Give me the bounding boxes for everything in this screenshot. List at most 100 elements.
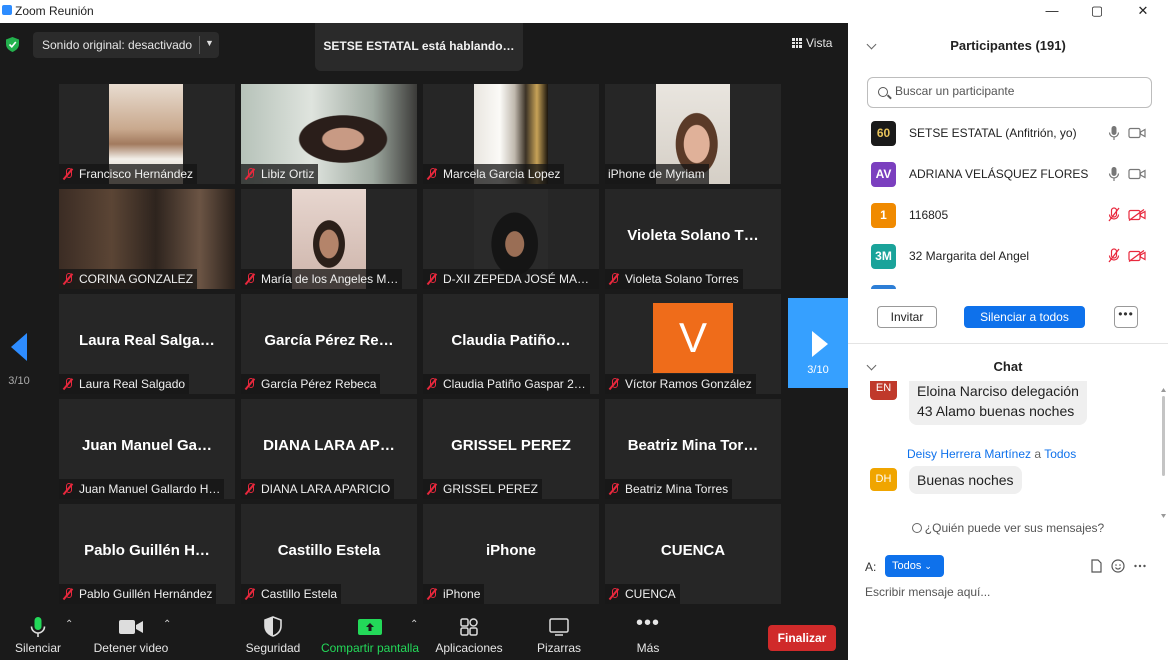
video-tile[interactable]: GRISSEL PEREZ GRISSEL PEREZ	[423, 399, 599, 499]
meeting-stage: Sonido original: desactivado ▼ SETSE EST…	[0, 23, 848, 660]
chat-messages: EN Eloina Narciso delegación 43 Alamo bu…	[848, 381, 1168, 521]
video-tile[interactable]: Laura Real Salga… Laura Real Salgado	[59, 294, 235, 394]
avatar: AV	[871, 162, 896, 187]
video-tile[interactable]: Libiz Ortiz	[241, 84, 417, 184]
video-camera-icon[interactable]	[1128, 127, 1146, 139]
chat-recipient[interactable]: Todos	[1044, 447, 1076, 461]
recipient-selector[interactable]: Todos ⌄	[885, 555, 944, 577]
chat-message-input[interactable]	[865, 585, 1155, 599]
share-screen-button[interactable]: Compartir pantalla	[320, 615, 420, 655]
participant-avatar: V	[653, 303, 733, 373]
chat-sender[interactable]: Deisy Herrera Martínez	[907, 447, 1031, 461]
participant-search[interactable]	[867, 77, 1152, 108]
video-tile[interactable]: Castillo Estela Castillo Estela	[241, 504, 417, 604]
security-button[interactable]: Seguridad	[244, 615, 302, 655]
close-button[interactable]: ✕	[1128, 2, 1158, 20]
video-tile[interactable]: D-XII ZEPEDA JOSÉ MAR…	[423, 189, 599, 289]
participant-list: 60 SETSE ESTATAL (Anfitrión, yo) AV ADRI…	[848, 113, 1168, 289]
tile-name-label: CUENCA	[605, 584, 680, 604]
tile-display-name: Beatriz Mina Tor…	[627, 437, 759, 454]
tile-display-name: García Pérez Re…	[264, 332, 394, 349]
more-options-button[interactable]: •••	[1114, 306, 1138, 328]
video-off-icon[interactable]	[1128, 209, 1146, 221]
avatar	[871, 285, 896, 289]
muted-mic-icon	[244, 588, 256, 600]
mute-label: Silenciar	[14, 641, 62, 655]
video-tile[interactable]: V Víctor Ramos González	[605, 294, 781, 394]
video-off-icon[interactable]	[1128, 250, 1146, 262]
video-tile[interactable]: Claudia Patiño… Claudia Patiño Gaspar 2…	[423, 294, 599, 394]
maximize-button[interactable]: ▢	[1082, 2, 1112, 20]
video-tile[interactable]: Beatriz Mina Tor… Beatriz Mina Torres	[605, 399, 781, 499]
who-can-see-messages[interactable]: ¿Quién puede ver sus mensajes?	[848, 521, 1168, 535]
muted-mic-icon	[244, 483, 256, 495]
avatar: 1	[871, 203, 896, 228]
tile-name-label: Castillo Estela	[241, 584, 342, 604]
stop-video-label: Detener video	[93, 641, 169, 655]
video-tile[interactable]: CORINA GONZALEZ	[59, 189, 235, 289]
chevron-up-icon[interactable]: ⌃	[410, 619, 418, 630]
chat-message-text: Buenas noches	[917, 472, 1014, 488]
tile-name-label: Laura Real Salgado	[59, 374, 190, 394]
whiteboards-button[interactable]: Pizarras	[533, 615, 585, 655]
mute-all-button[interactable]: Silenciar a todos	[964, 306, 1085, 328]
zoom-app-icon	[2, 5, 12, 15]
tile-name-label: D-XII ZEPEDA JOSÉ MAR…	[423, 269, 599, 289]
minimize-button[interactable]: —	[1037, 2, 1067, 20]
stop-video-button[interactable]: Detener video	[92, 615, 170, 655]
participant-row[interactable]: 3M 32 Margarita del Angel	[848, 236, 1168, 277]
original-sound-toggle[interactable]: Sonido original: desactivado ▼	[33, 32, 219, 58]
video-tile[interactable]: Pablo Guillén H… Pablo Guillén Hernández	[59, 504, 235, 604]
tile-name-label: Claudia Patiño Gaspar 2…	[423, 374, 590, 394]
tile-name-label: Víctor Ramos González	[605, 374, 756, 394]
arrow-right-icon	[812, 331, 828, 357]
muted-mic-icon	[244, 168, 256, 180]
more-button[interactable]: ••• Más	[630, 613, 666, 655]
invite-button[interactable]: Invitar	[877, 306, 937, 328]
muted-mic-icon	[62, 378, 74, 390]
video-tile[interactable]: Violeta Solano T… Violeta Solano Torres	[605, 189, 781, 289]
muted-microphone-icon[interactable]	[1108, 248, 1120, 264]
view-button[interactable]: Vista	[792, 36, 832, 50]
chat-title: Chat	[993, 359, 1023, 374]
participant-row[interactable]: 60 SETSE ESTATAL (Anfitrión, yo)	[848, 113, 1168, 154]
participant-row[interactable]: AV ADRIANA VELÁSQUEZ FLORES	[848, 154, 1168, 195]
participant-row[interactable]: 1 116805	[848, 195, 1168, 236]
video-tile[interactable]: María de los Angeles M…	[241, 189, 417, 289]
end-meeting-button[interactable]: Finalizar	[768, 625, 836, 651]
next-page-button[interactable]: 3/10	[788, 298, 848, 388]
video-tile[interactable]: Marcela Garcia Lopez	[423, 84, 599, 184]
tile-name-label: Pablo Guillén Hernández	[59, 584, 217, 604]
chevron-up-icon[interactable]: ⌃	[65, 619, 73, 630]
more-dots-icon[interactable]	[1133, 559, 1147, 573]
avatar: EN	[870, 381, 897, 400]
video-tile[interactable]: iPhone iPhone	[423, 504, 599, 604]
whiteboards-label: Pizarras	[536, 641, 581, 655]
participant-search-input[interactable]	[895, 84, 1145, 98]
video-tile[interactable]: Juan Manuel Ga… Juan Manuel Gallardo H…	[59, 399, 235, 499]
muted-microphone-icon[interactable]	[1108, 207, 1120, 223]
previous-page-button[interactable]: 3/10	[4, 318, 34, 387]
avatar: 3M	[871, 244, 896, 269]
microphone-icon[interactable]	[1108, 166, 1120, 182]
apps-button[interactable]: Aplicaciones	[434, 615, 504, 655]
chevron-up-icon[interactable]: ⌃	[163, 619, 171, 630]
chat-scrollbar[interactable]	[1161, 388, 1166, 518]
emoji-icon[interactable]	[1111, 559, 1125, 573]
video-tile[interactable]: DIANA LARA AP… DIANA LARA APARICIO	[241, 399, 417, 499]
tile-name-label: iPhone de Myriam	[605, 164, 709, 184]
video-camera-icon[interactable]	[1128, 168, 1146, 180]
video-tile[interactable]: Francisco Hernández	[59, 84, 235, 184]
video-tile[interactable]: CUENCA CUENCA	[605, 504, 781, 604]
microphone-icon[interactable]	[1108, 125, 1120, 141]
video-tile[interactable]: iPhone de Myriam	[605, 84, 781, 184]
participant-row-partial[interactable]	[848, 277, 1168, 289]
tile-name-label: Juan Manuel Gallardo H…	[59, 479, 225, 499]
security-shield-icon[interactable]	[6, 37, 19, 52]
mute-button[interactable]: Silenciar	[14, 615, 62, 655]
file-icon[interactable]	[1089, 559, 1103, 573]
video-tile[interactable]: García Pérez Re… García Pérez Rebeca	[241, 294, 417, 394]
chevron-down-icon[interactable]: ▼	[205, 38, 214, 48]
view-label: Vista	[806, 36, 833, 50]
tile-name-label: Marcela Garcia Lopez	[423, 164, 565, 184]
